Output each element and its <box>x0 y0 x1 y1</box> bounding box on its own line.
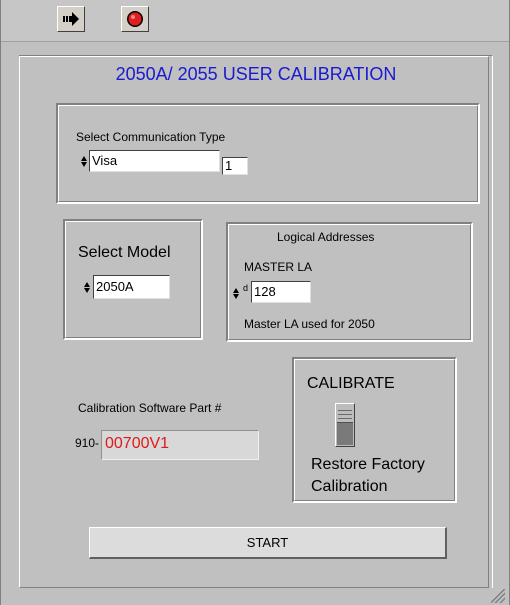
status-bar <box>1 588 509 605</box>
master-la-field[interactable]: 128 <box>251 281 311 303</box>
master-la-radix: d <box>243 283 249 293</box>
resize-grip-icon[interactable] <box>491 589 505 603</box>
model-select[interactable]: 2050A <box>93 275 170 299</box>
restore-factory-line2: Calibration <box>311 478 388 495</box>
switch-ridge <box>338 418 352 419</box>
increment-up-icon <box>233 287 239 293</box>
toolbar <box>1 0 509 42</box>
part-number-readout: 00700V1 <box>101 430 259 460</box>
switch-ridge <box>338 410 352 411</box>
vi-window: 2050A/ 2055 USER CALIBRATION Select Comm… <box>0 0 510 605</box>
switch-ridge <box>338 414 352 415</box>
part-number-prefix: 910- <box>75 436 100 450</box>
increment-down-icon <box>84 287 90 293</box>
restore-factory-line1: Restore Factory <box>311 456 425 473</box>
comm-type-label: Select Communication Type <box>76 130 226 144</box>
calibrate-label: CALIBRATE <box>307 375 395 392</box>
run-button[interactable] <box>57 6 85 32</box>
comm-index-field[interactable]: 1 <box>222 157 248 175</box>
switch-lever <box>337 422 353 445</box>
model-increment-arrows[interactable] <box>83 276 91 298</box>
increment-down-icon <box>233 293 239 299</box>
start-button[interactable]: START <box>89 527 447 559</box>
increment-down-icon <box>81 161 87 167</box>
abort-button[interactable] <box>121 6 149 32</box>
increment-up-icon <box>81 155 87 161</box>
master-la-note: Master LA used for 2050 <box>244 317 375 331</box>
calibrate-toggle-switch[interactable] <box>335 403 355 447</box>
run-arrow-icon <box>63 12 79 26</box>
model-label: Select Model <box>78 244 171 261</box>
increment-up-icon <box>84 281 90 287</box>
panel-title: 2050A/ 2055 USER CALIBRATION <box>115 64 397 84</box>
abort-stop-icon <box>127 11 143 27</box>
master-la-label: MASTER LA <box>244 260 313 274</box>
master-la-increment-arrows[interactable] <box>232 283 240 303</box>
comm-type-increment-arrows[interactable] <box>80 151 88 171</box>
comm-type-select[interactable]: Visa <box>89 150 220 172</box>
part-number-label: Calibration Software Part # <box>78 401 222 415</box>
logical-addresses-label: Logical Addresses <box>277 230 375 244</box>
